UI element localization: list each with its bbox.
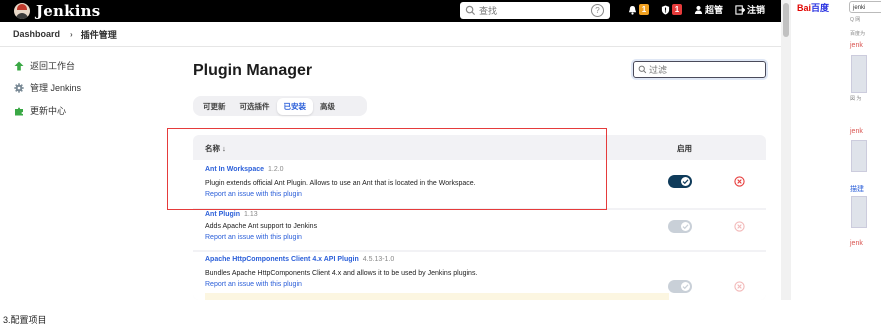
plugin-description: Adds Apache Ant support to Jenkins (205, 223, 318, 230)
enable-toggle[interactable] (668, 280, 692, 293)
report-issue-link[interactable]: Report an issue with this plugin (205, 191, 302, 198)
logo-text: Jenkins (36, 2, 101, 20)
sidebar-item-label: 更新中心 (30, 106, 67, 116)
top-header: Jenkins ? 1 (0, 0, 781, 22)
tab-available[interactable]: 可选插件 (233, 98, 277, 115)
arrow-up-icon (14, 61, 24, 70)
logout-icon (735, 4, 746, 15)
plugin-description: Plugin extends official Ant Plugin. Allo… (205, 180, 476, 187)
tab-installed[interactable]: 已安装 (276, 97, 313, 115)
result-link[interactable]: jenk (850, 128, 863, 135)
column-header-enabled[interactable]: 启用 (677, 143, 692, 154)
check-icon (681, 222, 690, 231)
search-icon (638, 65, 647, 74)
result-link[interactable]: jenk (850, 42, 863, 49)
baidu-search-input[interactable]: jenki (849, 1, 881, 13)
plugin-name-link[interactable]: Ant Plugin 1.13 (205, 211, 258, 218)
help-icon[interactable]: ? (591, 4, 604, 17)
search-input[interactable] (479, 5, 569, 16)
result-thumbnail (851, 140, 867, 172)
search-box[interactable]: ? (460, 2, 610, 19)
check-icon (681, 282, 690, 291)
dependency-warning (205, 293, 669, 300)
header-actions: 1 1 超管 注销 (628, 3, 765, 16)
document-caption: 3.配置项目 (3, 315, 47, 325)
plugin-version: 1.2.0 (268, 166, 284, 173)
result-thumbnail (851, 196, 867, 228)
bell-icon (628, 5, 637, 15)
tab-updates[interactable]: 可更新 (196, 98, 233, 115)
puzzle-icon (15, 107, 23, 115)
gear-icon (14, 82, 24, 93)
check-icon (681, 177, 690, 186)
plugin-name-link[interactable]: Apache HttpComponents Client 4.x API Plu… (205, 256, 394, 263)
uninstall-icon[interactable] (734, 221, 745, 232)
jenkins-window: Jenkins ? 1 (0, 0, 781, 300)
jenkins-butler-icon (14, 3, 30, 19)
installed-plugins-table: 名称 ↓ 启用 Ant In Workspace 1.2.0 Plugin ext… (193, 135, 766, 300)
baidu-logo[interactable]: Bai百度 (797, 1, 829, 14)
breadcrumb: Dashboard › 插件管理 (0, 22, 781, 47)
breadcrumb-dashboard[interactable]: Dashboard (13, 29, 60, 39)
enable-toggle[interactable] (668, 175, 692, 188)
uninstall-icon[interactable] (734, 176, 745, 187)
security-button[interactable]: 1 (661, 4, 682, 15)
security-badge: 1 (672, 4, 682, 15)
filter-box[interactable] (633, 61, 766, 78)
report-issue-link[interactable]: Report an issue with this plugin (205, 281, 302, 288)
plugin-version: 1.13 (244, 211, 258, 218)
breadcrumb-separator[interactable]: › (70, 30, 73, 39)
notifications-button[interactable]: 1 (628, 4, 649, 15)
page-title: Plugin Manager (193, 62, 313, 79)
plugin-version: 4.5.13-1.0 (362, 256, 395, 263)
logout-button[interactable]: 注销 (735, 3, 765, 16)
result-link[interactable]: jenk (850, 240, 863, 247)
notifications-badge: 1 (639, 4, 649, 15)
result-thumbnail (851, 55, 867, 93)
breadcrumb-plugin-manager[interactable]: 插件管理 (81, 28, 117, 41)
column-header-name[interactable]: 名称 ↓ (205, 143, 226, 154)
user-icon (694, 5, 703, 14)
shield-icon (661, 5, 670, 14)
sidebar-item-label: 管理 Jenkins (30, 83, 82, 93)
logout-label: 注销 (747, 5, 766, 15)
result-meta: 図 为 (850, 96, 862, 102)
result-meta: 百度为 (850, 31, 866, 37)
sidebar-item-manage-jenkins[interactable]: 管理 Jenkins (14, 81, 81, 94)
sidebar-item-label: 返回工作台 (30, 61, 76, 71)
vertical-scrollbar[interactable] (781, 0, 791, 300)
uninstall-icon[interactable] (734, 281, 745, 292)
report-issue-link[interactable]: Report an issue with this plugin (205, 234, 302, 241)
result-meta: Q 网 (850, 17, 861, 23)
filter-input[interactable] (649, 64, 749, 75)
jenkins-logo[interactable]: Jenkins (14, 2, 100, 20)
baidu-side-panel: Bai百度 jenki Q 网 百度为 jenk 図 为 jenk 描建 jen… (791, 0, 881, 300)
user-name: 超管 (705, 5, 724, 15)
user-menu[interactable]: 超管 (694, 3, 723, 16)
result-link[interactable]: 描建 (850, 184, 864, 194)
search-icon (465, 5, 476, 16)
sidebar-item-update-center[interactable]: 更新中心 (14, 104, 66, 117)
table-row: Ant In Workspace 1.2.0 Plugin extends off… (193, 160, 766, 208)
plugin-description: Bundles Apache HttpComponents Client 4.x… (205, 270, 478, 277)
plugin-name-link[interactable]: Ant In Workspace 1.2.0 (205, 166, 284, 173)
enable-toggle[interactable] (668, 220, 692, 233)
plugin-tabs: 可更新 可选插件 已安装 高级 (193, 96, 367, 116)
scrollbar-thumb[interactable] (783, 3, 789, 37)
tab-advanced[interactable]: 高级 (313, 98, 342, 115)
table-row: Ant Plugin 1.13 Adds Apache Ant support t… (193, 210, 766, 250)
sidebar-item-back-to-dashboard[interactable]: 返回工作台 (14, 59, 75, 72)
